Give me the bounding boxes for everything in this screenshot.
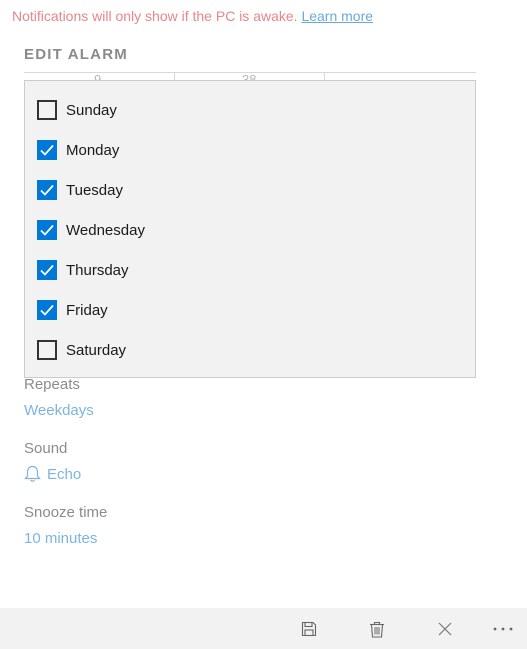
day-option-saturday[interactable]: Saturday <box>25 330 475 370</box>
delete-button[interactable] <box>364 616 390 642</box>
day-label: Friday <box>66 301 108 319</box>
snooze-value[interactable]: 10 minutes <box>24 530 97 547</box>
sunday-checkbox[interactable] <box>37 100 57 120</box>
saturday-checkbox[interactable] <box>37 340 57 360</box>
close-icon <box>438 622 452 636</box>
learn-more-link[interactable]: Learn more <box>301 8 373 24</box>
day-option-wednesday[interactable]: Wednesday <box>25 210 475 250</box>
sound-value: Echo <box>47 465 82 483</box>
delete-icon <box>370 621 384 638</box>
repeats-value[interactable]: Weekdays <box>24 402 94 419</box>
sound-label: Sound <box>24 440 68 457</box>
checkmark-icon <box>40 144 54 156</box>
more-button[interactable] <box>490 616 516 642</box>
page-title: EDIT ALARM <box>24 46 128 63</box>
command-bar <box>0 608 527 649</box>
repeat-days-dropdown: Sunday Monday Tuesday Wednesday Thursday… <box>24 80 476 378</box>
checkmark-icon <box>40 304 54 316</box>
day-label: Tuesday <box>66 181 123 199</box>
awake-notice: Notifications will only show if the PC i… <box>12 8 373 24</box>
day-label: Saturday <box>66 341 127 359</box>
sound-selector[interactable]: Echo <box>24 465 81 483</box>
save-button[interactable] <box>296 616 322 642</box>
checkmark-icon <box>40 264 54 276</box>
day-option-sunday[interactable]: Sunday <box>25 90 475 130</box>
day-label: Thursday <box>66 261 129 279</box>
checkmark-icon <box>40 224 54 236</box>
day-option-friday[interactable]: Friday <box>25 290 475 330</box>
bell-icon <box>24 465 41 482</box>
friday-checkbox[interactable] <box>37 300 57 320</box>
day-label: Wednesday <box>66 221 145 239</box>
more-icon <box>493 627 513 631</box>
day-option-monday[interactable]: Monday <box>25 130 475 170</box>
day-option-tuesday[interactable]: Tuesday <box>25 170 475 210</box>
day-option-thursday[interactable]: Thursday <box>25 250 475 290</box>
awake-notice-text: Notifications will only show if the PC i… <box>12 8 298 24</box>
snooze-label: Snooze time <box>24 504 108 521</box>
day-label: Sunday <box>66 101 117 119</box>
day-label: Monday <box>66 141 120 159</box>
repeats-label: Repeats <box>24 376 80 393</box>
wednesday-checkbox[interactable] <box>37 220 57 240</box>
save-icon <box>301 621 317 637</box>
monday-checkbox[interactable] <box>37 140 57 160</box>
thursday-checkbox[interactable] <box>37 260 57 280</box>
tuesday-checkbox[interactable] <box>37 180 57 200</box>
checkmark-icon <box>40 184 54 196</box>
close-button[interactable] <box>432 616 458 642</box>
